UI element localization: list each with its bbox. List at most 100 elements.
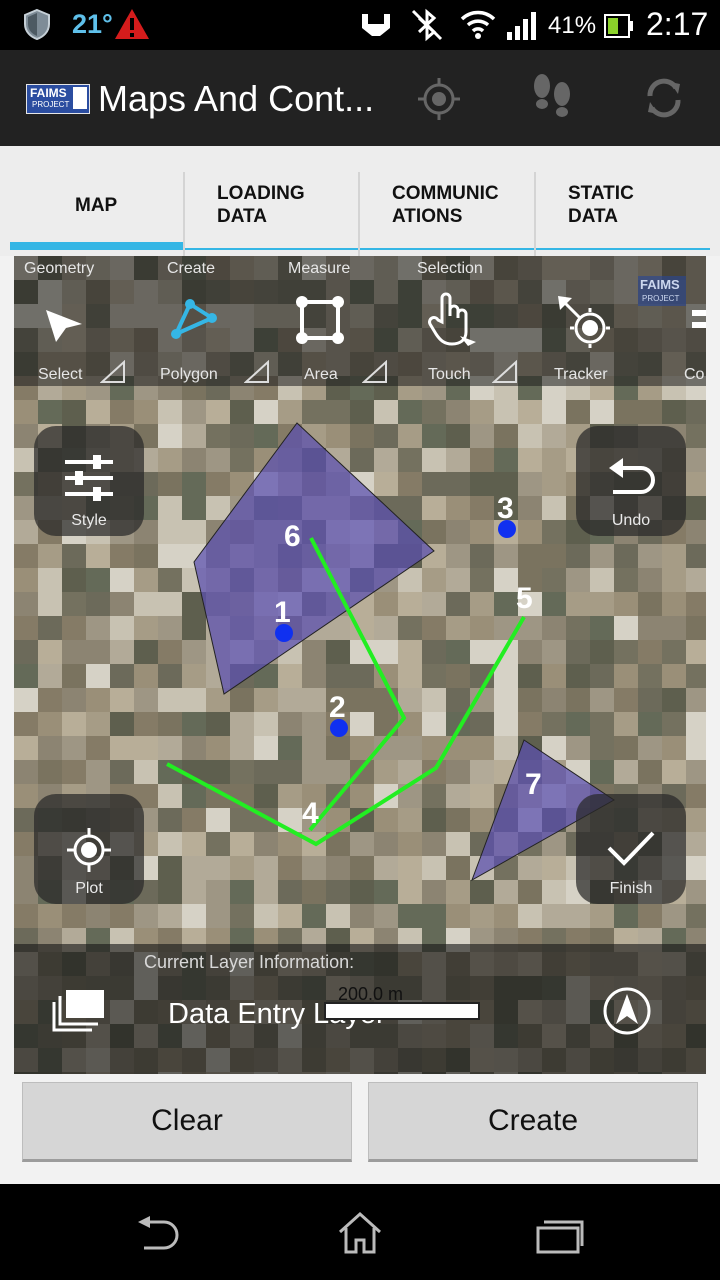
satellite-tile <box>494 544 518 568</box>
group-label-selection: Selection <box>417 260 483 277</box>
satellite-tile <box>86 400 110 424</box>
satellite-tile <box>638 400 662 424</box>
satellite-tile <box>134 400 158 424</box>
footsteps-icon[interactable] <box>528 72 576 124</box>
back-icon[interactable] <box>134 1216 186 1252</box>
tool-area[interactable] <box>284 282 394 386</box>
satellite-tile <box>446 856 470 880</box>
satellite-tile <box>86 640 110 664</box>
tab-underline <box>536 248 710 250</box>
satellite-tile <box>422 496 446 520</box>
tab-loading-data[interactable]: LOADING DATA <box>185 146 358 256</box>
satellite-tile <box>566 568 590 592</box>
map-view[interactable]: 1 2 3 4 5 6 7 Geometry Create Measure Se… <box>14 256 706 1074</box>
satellite-tile <box>542 880 566 904</box>
satellite-tile <box>686 616 706 640</box>
satellite-tile <box>566 736 590 760</box>
satellite-tile <box>686 880 706 904</box>
sync-icon[interactable] <box>640 74 688 122</box>
satellite-tile <box>446 880 470 904</box>
satellite-tile <box>158 520 182 544</box>
satellite-tile <box>230 424 254 448</box>
satellite-tile <box>686 496 706 520</box>
satellite-tile <box>518 712 542 736</box>
home-icon[interactable] <box>336 1210 384 1254</box>
satellite-tile <box>518 904 542 928</box>
satellite-tile <box>86 736 110 760</box>
marker-label: 1 <box>274 596 291 629</box>
recent-apps-icon[interactable] <box>536 1218 584 1254</box>
satellite-tile <box>86 568 110 592</box>
tab-communications[interactable]: COMMUNIC ATIONS <box>360 146 534 256</box>
satellite-tile <box>134 904 158 928</box>
satellite-tile <box>206 832 230 856</box>
satellite-tile <box>326 856 350 880</box>
satellite-tile <box>566 592 590 616</box>
satellite-tile <box>590 760 614 784</box>
satellite-tile <box>134 688 158 712</box>
satellite-tile <box>182 520 206 544</box>
satellite-tile <box>134 616 158 640</box>
satellite-tile <box>326 880 350 904</box>
satellite-tile <box>518 520 542 544</box>
satellite-tile <box>470 424 494 448</box>
app-logo: FAIMS PROJECT <box>26 84 90 114</box>
satellite-tile <box>446 784 470 808</box>
satellite-tile <box>110 712 134 736</box>
satellite-tile <box>110 640 134 664</box>
satellite-tile <box>638 760 662 784</box>
layer-info-panel: Current Layer Information: Data Entry La… <box>14 944 706 1074</box>
layers-icon[interactable] <box>52 988 106 1032</box>
satellite-tile <box>686 688 706 712</box>
tab-static-data[interactable]: STATIC DATA <box>536 146 710 256</box>
satellite-tile <box>542 448 566 472</box>
satellite-tile <box>422 832 446 856</box>
satellite-tile <box>158 880 182 904</box>
app-logo-subtext: PROJECT <box>32 100 70 109</box>
finish-button[interactable]: Finish <box>576 794 686 904</box>
satellite-tile <box>686 760 706 784</box>
signal-icon <box>507 12 536 40</box>
tab-map[interactable]: MAP <box>10 146 184 256</box>
tab-communications-line2: ATIONS <box>392 206 463 227</box>
satellite-tile <box>110 736 134 760</box>
satellite-tile <box>326 640 350 664</box>
satellite-tile <box>14 640 38 664</box>
satellite-tile <box>542 496 566 520</box>
satellite-tile <box>662 544 686 568</box>
satellite-tile <box>470 568 494 592</box>
undo-button[interactable]: Undo <box>576 426 686 536</box>
satellite-tile <box>182 640 206 664</box>
tab-underline <box>360 248 534 250</box>
satellite-tile <box>254 712 278 736</box>
satellite-tile <box>398 640 422 664</box>
polygon-tool-icon <box>171 299 217 339</box>
page-title: Maps And Cont... <box>98 78 375 119</box>
clear-button[interactable]: Clear <box>22 1082 352 1162</box>
satellite-tile <box>182 424 206 448</box>
satellite-tile <box>182 832 206 856</box>
satellite-tile <box>278 856 302 880</box>
satellite-tile <box>662 688 686 712</box>
satellite-tile <box>422 688 446 712</box>
tool-label-select: Select <box>38 366 83 383</box>
satellite-tile <box>542 688 566 712</box>
satellite-tile <box>14 544 38 568</box>
layer-info-heading: Current Layer Information: <box>144 952 355 972</box>
create-button[interactable]: Create <box>368 1082 698 1162</box>
satellite-tile <box>614 760 638 784</box>
satellite-tile <box>662 904 686 928</box>
style-button-label: Style <box>71 512 107 529</box>
satellite-tile <box>638 688 662 712</box>
compass-icon[interactable] <box>602 986 652 1036</box>
satellite-tile <box>494 592 518 616</box>
nfc-icon <box>362 14 390 36</box>
satellite-tile <box>470 736 494 760</box>
style-button[interactable]: Style <box>34 426 144 536</box>
satellite-tile <box>686 400 706 424</box>
gps-target-icon[interactable] <box>416 76 462 122</box>
satellite-tile <box>158 496 182 520</box>
satellite-tile <box>446 616 470 640</box>
plot-button[interactable]: Plot <box>34 794 144 904</box>
satellite-tile <box>422 568 446 592</box>
